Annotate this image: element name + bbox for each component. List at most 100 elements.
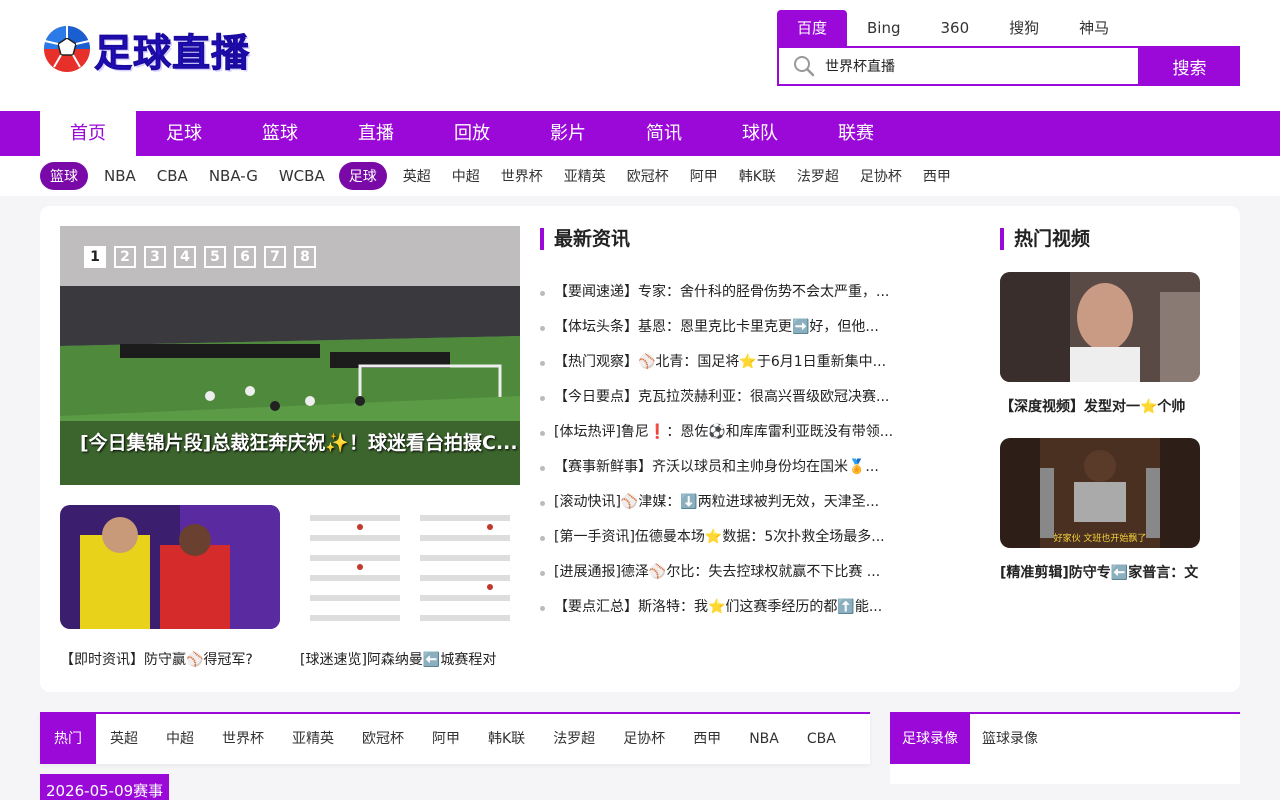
search-tab-360[interactable]: 360 (921, 10, 990, 46)
sub-item-cba[interactable]: CBA (157, 167, 188, 185)
sub-item-ucl[interactable]: 欧冠杯 (627, 166, 669, 186)
sub-item-csl[interactable]: 中超 (452, 166, 480, 186)
nav-brief[interactable]: 简讯 (616, 111, 712, 156)
nav-football[interactable]: 足球 (136, 111, 232, 156)
news-thumbnail-1[interactable] (60, 505, 280, 629)
logo-text: 足球直播 (93, 30, 251, 75)
nav-basketball[interactable]: 篮球 (232, 111, 328, 156)
news-item[interactable]: 【赛事新鲜事】齐沃以球员和主帅身份均在国米🏅... (540, 457, 920, 492)
nav-leagues[interactable]: 联赛 (808, 111, 904, 156)
video-subtitle: 好家伙 文班也开始飘了 (1054, 532, 1147, 544)
hot-videos-header: 热门视频 (1000, 228, 1200, 250)
schedule-tab-cba[interactable]: CBA (793, 714, 850, 764)
schedule-tab-faroe[interactable]: 法罗超 (539, 714, 609, 764)
schedule-date-tag: 2026-05-09赛事 (40, 774, 170, 800)
sub-item-la-liga[interactable]: 西甲 (923, 166, 951, 186)
main-nav: 首页 足球 篮球 直播 回放 影片 简讯 球队 联赛 (0, 111, 1280, 156)
site-logo[interactable]: 足球直播 (42, 22, 267, 76)
hot-videos-title: 热门视频 (1000, 228, 1200, 250)
schedule-tab-ucl[interactable]: 欧冠杯 (348, 714, 418, 764)
search-input[interactable] (825, 51, 1125, 81)
news-item[interactable]: [进展通报]德泽⚾尔比：失去控球权就赢不下比赛 ... (540, 562, 920, 597)
news-item[interactable]: 【今日要点】克瓦拉茨赫利亚：很高兴晋级欧冠决赛... (540, 387, 920, 422)
sub-item-world-cup[interactable]: 世界杯 (501, 166, 543, 186)
sub-item-wcba[interactable]: WCBA (279, 167, 325, 185)
nav-live[interactable]: 直播 (328, 111, 424, 156)
schedule-tabs: 热门 英超 中超 世界杯 亚精英 欧冠杯 阿甲 韩K联 法罗超 足协杯 西甲 N… (40, 712, 870, 764)
search-icon (794, 56, 815, 77)
site-header: 足球直播 百度 Bing 360 搜狗 神马 搜索 (0, 0, 1280, 111)
news-item[interactable]: 【要点汇总】斯洛特：我⭐们这赛季经历的都⬆️能... (540, 597, 920, 632)
carousel-page-3[interactable]: 3 (144, 246, 166, 268)
hero-caption[interactable]: [今日集锦片段]总裁狂奔庆祝✨！球迷看台拍摄C... (80, 428, 520, 455)
news-item[interactable]: 【体坛头条】基恩：恩里克比卡里克更➡️好，但他... (540, 317, 920, 352)
search-tab-shenma[interactable]: 神马 (1059, 10, 1129, 46)
news-thumbnail-2[interactable] (300, 505, 520, 629)
hot-video-caption-1[interactable]: 【深度视频】发型对一⭐个帅 (1000, 396, 1210, 416)
search-tab-sogou[interactable]: 搜狗 (989, 10, 1059, 46)
carousel-pagination: 1 2 3 4 5 6 7 8 (84, 246, 316, 268)
schedule-tab-fa-cup[interactable]: 足协杯 (609, 714, 679, 764)
hot-video-caption-2[interactable]: [精准剪辑]防守专⬅️家普言：文 (1000, 562, 1210, 582)
content-card: 1 2 3 4 5 6 7 8 [今日集锦片段]总裁狂奔庆祝✨！球迷看台拍摄C.… (40, 206, 1240, 692)
recording-tab-football[interactable]: 足球录像 (890, 714, 970, 764)
video-thumbnail-player (1000, 272, 1200, 382)
carousel-page-7[interactable]: 7 (264, 246, 286, 268)
carousel-page-8[interactable]: 8 (294, 246, 316, 268)
recording-tabs: 足球录像 篮球录像 (890, 712, 1240, 764)
sub-item-argentina[interactable]: 阿甲 (690, 166, 718, 186)
search-tab-bing[interactable]: Bing (847, 10, 921, 46)
nav-films[interactable]: 影片 (520, 111, 616, 156)
news-item[interactable]: [第一手资讯]伍德曼本场⭐数据：5次扑救全场最多... (540, 527, 920, 562)
news-list: 【要闻速递】专家：舍什科的胫骨伤势不会太严重，... 【体坛头条】基恩：恩里克比… (540, 282, 920, 632)
recording-panel (890, 764, 1240, 784)
sub-item-fa-cup[interactable]: 足协杯 (860, 166, 902, 186)
football-logo-icon (44, 26, 90, 72)
category-pill-basketball[interactable]: 篮球 (40, 162, 88, 190)
thumbnail-caption-2[interactable]: [球迷速览]阿森纳曼⬅️城赛程对 (300, 649, 520, 669)
sub-item-nba-g[interactable]: NBA-G (209, 167, 258, 185)
sub-item-nba[interactable]: NBA (104, 167, 136, 185)
schedule-tab-nba[interactable]: NBA (735, 714, 793, 764)
search-button[interactable]: 搜索 (1139, 46, 1240, 86)
carousel-page-4[interactable]: 4 (174, 246, 196, 268)
carousel-page-1[interactable]: 1 (84, 246, 106, 268)
search-box (777, 46, 1140, 86)
carousel-page-6[interactable]: 6 (234, 246, 256, 268)
nav-teams[interactable]: 球队 (712, 111, 808, 156)
sub-item-k-league[interactable]: 韩K联 (739, 166, 776, 186)
latest-news-title: 最新资讯 (540, 228, 920, 250)
thumbnail-image-schedule (300, 505, 520, 629)
thumbnail-image-celebration (60, 505, 280, 629)
search-tab-baidu[interactable]: 百度 (777, 10, 848, 46)
schedule-tab-world-cup[interactable]: 世界杯 (208, 714, 278, 764)
schedule-tab-csl[interactable]: 中超 (152, 714, 208, 764)
schedule-tab-k-league[interactable]: 韩K联 (474, 714, 539, 764)
schedule-tab-acl-elite[interactable]: 亚精英 (278, 714, 348, 764)
nav-home[interactable]: 首页 (40, 111, 136, 156)
sub-item-faroe[interactable]: 法罗超 (797, 166, 839, 186)
thumbnail-caption-1[interactable]: 【即时资讯】防守赢⚾得冠军? (60, 649, 280, 669)
sub-nav: 篮球 NBA CBA NBA-G WCBA 足球 英超 中超 世界杯 亚精英 欧… (0, 156, 1280, 196)
hot-video-2[interactable]: 好家伙 文班也开始飘了 (1000, 438, 1200, 548)
news-item[interactable]: 【热门观察】⚾北青：国足将⭐于6月1日重新集中... (540, 352, 920, 387)
hero-carousel[interactable]: 1 2 3 4 5 6 7 8 [今日集锦片段]总裁狂奔庆祝✨！球迷看台拍摄C.… (60, 226, 520, 485)
schedule-tab-epl[interactable]: 英超 (96, 714, 152, 764)
carousel-page-5[interactable]: 5 (204, 246, 226, 268)
recording-tab-basketball[interactable]: 篮球录像 (970, 714, 1050, 764)
category-pill-football[interactable]: 足球 (338, 162, 387, 190)
news-item[interactable]: [滚动快讯]⚾津媒：⬇️两粒进球被判无效，天津圣... (540, 492, 920, 527)
schedule-tab-hot[interactable]: 热门 (40, 714, 96, 764)
carousel-page-2[interactable]: 2 (114, 246, 136, 268)
sub-item-epl[interactable]: 英超 (403, 166, 431, 186)
nav-replay[interactable]: 回放 (424, 111, 520, 156)
news-item[interactable]: [体坛热评]鲁尼❗：恩佐⚽和库库雷利亚既没有带领... (540, 422, 920, 457)
search-engine-tabs: 百度 Bing 360 搜狗 神马 (777, 10, 1129, 46)
schedule-tab-la-liga[interactable]: 西甲 (679, 714, 735, 764)
latest-news: 最新资讯 【要闻速递】专家：舍什科的胫骨伤势不会太严重，... 【体坛头条】基恩… (540, 228, 920, 632)
schedule-tab-argentina[interactable]: 阿甲 (418, 714, 474, 764)
hot-video-1[interactable] (1000, 272, 1200, 382)
news-item[interactable]: 【要闻速递】专家：舍什科的胫骨伤势不会太严重，... (540, 282, 920, 317)
video-thumbnail-interview: 好家伙 文班也开始飘了 (1000, 438, 1200, 548)
sub-item-acl-elite[interactable]: 亚精英 (564, 166, 606, 186)
